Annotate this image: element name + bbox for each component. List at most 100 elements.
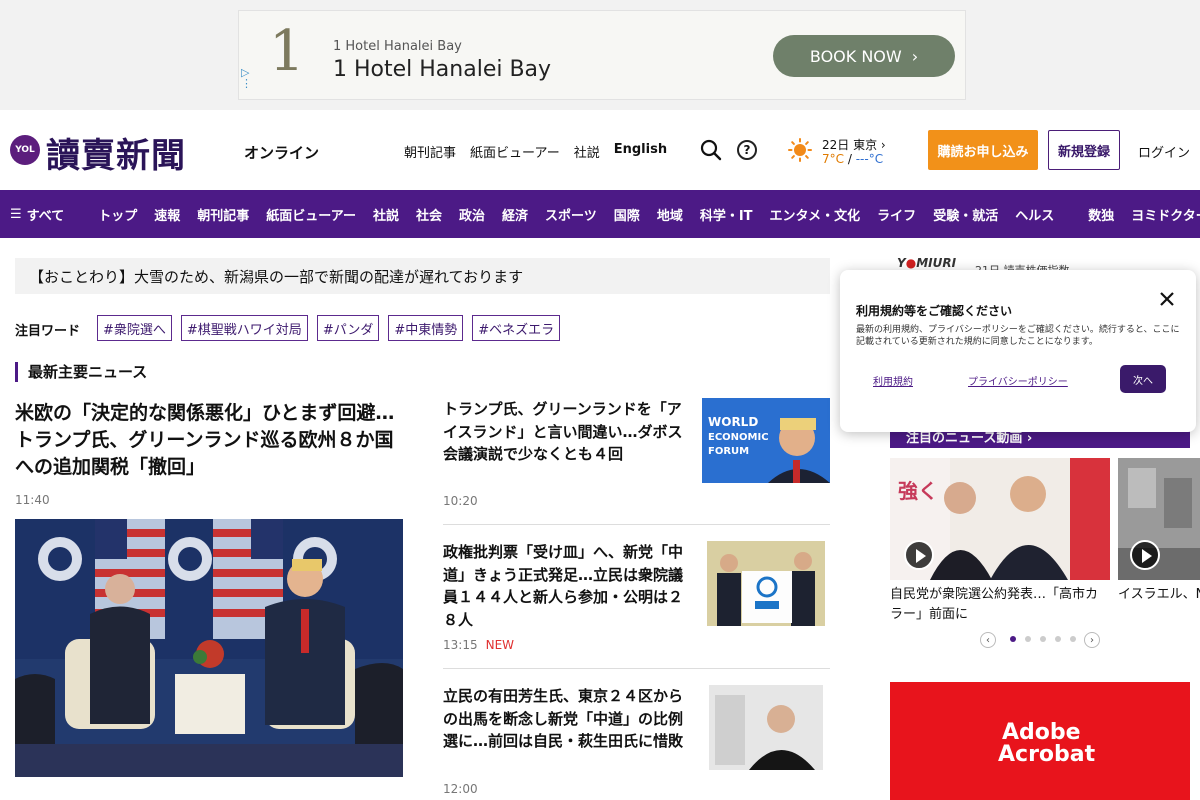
temp-high: 7°C	[822, 152, 845, 166]
weather-temperature: 7°C / ---°C	[822, 152, 884, 166]
temp-low: ---°C	[855, 152, 884, 166]
lead-time: 11:40	[15, 493, 50, 507]
header-link-morning[interactable]: 朝刊記事	[404, 142, 456, 161]
yomiuri-index-logo[interactable]: Y●MIURI	[897, 256, 956, 270]
delivery-notice[interactable]: 【おことわり】大雪のため、新潟県の一部で新聞の配達が遅れております	[15, 258, 830, 294]
story-headline[interactable]: 政権批判票「受け皿」へ、新党「中道」きょう正式発足…立民は衆院議員１４４人と新人…	[443, 541, 688, 631]
svg-text:WORLD: WORLD	[708, 415, 758, 429]
ad-line-2: Acrobat	[998, 742, 1096, 767]
nav-item[interactable]: エンタメ・文化	[770, 205, 861, 224]
new-badge: NEW	[485, 638, 515, 652]
nav-item[interactable]: 科学・IT	[700, 205, 753, 224]
svg-text:強く: 強く	[898, 479, 938, 503]
nav-item-sudoku[interactable]: 数独	[1088, 205, 1114, 224]
play-icon[interactable]	[1130, 540, 1160, 570]
search-icon[interactable]	[700, 139, 722, 161]
carousel-dot[interactable]	[1070, 636, 1076, 642]
story-item[interactable]: 立民の有田芳生氏、東京２４区からの出馬を断念し新党「中道」の比例選に…前回は自民…	[443, 685, 830, 800]
header-link-english[interactable]: English	[614, 142, 667, 161]
site-logo[interactable]: 讀賣新聞	[46, 128, 186, 177]
story-time: 12:00	[443, 782, 478, 796]
register-button[interactable]: 新規登録	[1048, 130, 1120, 170]
play-icon[interactable]	[904, 540, 934, 570]
chevron-right-icon: ›	[911, 46, 919, 66]
hotel-ad[interactable]: ▷ ⋮ 1 1 Hotel Hanalei Bay 1 Hotel Hanalei…	[238, 10, 966, 100]
help-icon[interactable]: ?	[737, 140, 757, 160]
carousel-dot[interactable]	[1010, 636, 1016, 642]
nav-item[interactable]: 速報	[154, 205, 180, 224]
carousel-dots	[1010, 636, 1076, 642]
lead-photo[interactable]	[15, 519, 403, 777]
trending-tag[interactable]: #棋聖戦ハワイ対局	[180, 315, 308, 341]
consent-body: 最新の利用規約、プライバシーポリシーをご確認ください。続行すると、ここに記載され…	[856, 325, 1180, 347]
story-thumbnail[interactable]	[709, 685, 823, 770]
weather-date[interactable]: 22日 東京 ›	[822, 136, 886, 153]
trending-tag[interactable]: #中東情勢	[388, 315, 464, 341]
lead-headline[interactable]: 米欧の「決定的な関係悪化」ひとまず回避…トランプ氏、グリーンランド巡る欧州８か国…	[15, 400, 405, 481]
adobe-ad[interactable]: Adobe Acrobat	[890, 682, 1190, 800]
nav-item[interactable]: スポーツ	[545, 205, 597, 224]
video-thumbnail[interactable]: 強く	[890, 458, 1110, 580]
story-divider	[443, 668, 830, 669]
nav-item-yomidr[interactable]: ヨミドクター	[1131, 205, 1200, 224]
nav-item[interactable]: 地域	[657, 205, 683, 224]
consent-title: 利用規約等をご確認ください	[856, 304, 1013, 318]
terms-consent-dialog: 利用規約等をご確認ください 最新の利用規約、プライバシーポリシーをご確認ください…	[840, 270, 1196, 432]
site-logo-sub[interactable]: オンライン	[244, 142, 319, 163]
nav-item[interactable]: 社会	[416, 205, 442, 224]
story-headline[interactable]: 立民の有田芳生氏、東京２４区からの出馬を断念し新党「中道」の比例選に…前回は自民…	[443, 685, 688, 753]
story-item[interactable]: トランプ氏、グリーンランドを「アイスランド」と言い間違い…ダボス会議演説で少なく…	[443, 398, 830, 513]
top-ad-area: ▷ ⋮ 1 1 Hotel Hanalei Bay 1 Hotel Hanalei…	[0, 0, 1200, 110]
sun-weather-icon	[788, 138, 812, 162]
video-caption[interactable]: 自民党が衆院選公約発表…「高市カラー」前面に	[890, 585, 1110, 625]
story-thumbnail[interactable]	[707, 541, 825, 626]
carousel-dot[interactable]	[1025, 636, 1031, 642]
subscribe-button[interactable]: 購読お申し込み	[928, 130, 1038, 170]
trending-tags: #衆院選へ #棋聖戦ハワイ対局 #パンダ #中東情勢 #ベネズエラ	[97, 315, 561, 341]
nav-item[interactable]: 経済	[502, 205, 528, 224]
carousel-dot[interactable]	[1040, 636, 1046, 642]
site-header: YOL 讀賣新聞 オンライン 朝刊記事 紙面ビューアー 社説 English ?…	[0, 110, 1200, 190]
login-link[interactable]: ログイン	[1138, 142, 1190, 161]
menu-list-icon: ☰	[10, 206, 22, 222]
header-links: 朝刊記事 紙面ビューアー 社説 English	[404, 142, 667, 161]
nav-item[interactable]: 受験・就活	[933, 205, 998, 224]
story-headline[interactable]: トランプ氏、グリーンランドを「アイスランド」と言い間違い…ダボス会議演説で少なく…	[443, 398, 688, 466]
close-icon[interactable]	[1158, 290, 1176, 308]
story-thumbnail[interactable]: WORLD ECONOMIC FORUM	[702, 398, 830, 483]
nav-item[interactable]: 紙面ビューアー	[266, 205, 356, 224]
nav-all[interactable]: ☰ すべて	[10, 205, 64, 224]
nav-item[interactable]: ヘルス	[1015, 205, 1054, 224]
trending-label: 注目ワード	[15, 324, 81, 339]
trending-tag[interactable]: #ベネズエラ	[472, 315, 561, 341]
category-nav: ☰ すべて トップ 速報 朝刊記事 紙面ビューアー 社説 社会 政治 経済 スポ…	[0, 190, 1200, 238]
video-thumbnail[interactable]	[1118, 458, 1200, 580]
carousel-prev-button[interactable]: ‹	[980, 632, 996, 648]
video-caption[interactable]: イスラエル、NRWA	[1118, 585, 1200, 605]
book-now-button[interactable]: BOOK NOW ›	[773, 35, 955, 77]
trending-tag[interactable]: #衆院選へ	[97, 315, 172, 341]
svg-text:FORUM: FORUM	[708, 446, 749, 457]
nav-item[interactable]: 朝刊記事	[197, 205, 249, 224]
svg-text:ECONOMIC: ECONOMIC	[708, 432, 769, 443]
terms-link[interactable]: 利用規約	[873, 373, 913, 388]
story-item[interactable]: 政権批判票「受け皿」へ、新党「中道」きょう正式発足…立民は衆院議員１４４人と新人…	[443, 541, 830, 656]
adchoices-icon[interactable]: ▷ ⋮	[241, 67, 252, 89]
yol-logo-badge[interactable]: YOL	[10, 135, 40, 165]
ad-small-text: 1 Hotel Hanalei Bay	[333, 39, 462, 54]
nav-item[interactable]: 国際	[614, 205, 640, 224]
header-link-viewer[interactable]: 紙面ビューアー	[470, 142, 560, 161]
nav-item[interactable]: 政治	[459, 205, 485, 224]
privacy-link[interactable]: プライバシーポリシー	[968, 373, 1068, 388]
ad-big-text: 1 Hotel Hanalei Bay	[333, 57, 552, 82]
ad-logo: 1	[269, 19, 305, 84]
next-button[interactable]: 次へ	[1120, 365, 1166, 393]
chevron-right-icon: ›	[1026, 431, 1033, 446]
nav-item[interactable]: ライフ	[877, 205, 916, 224]
carousel-next-button[interactable]: ›	[1084, 632, 1100, 648]
trending-tag[interactable]: #パンダ	[316, 315, 380, 341]
nav-item[interactable]: トップ	[98, 205, 137, 224]
header-link-editorial[interactable]: 社説	[574, 142, 600, 161]
nav-item[interactable]: 社説	[373, 205, 399, 224]
carousel-dot[interactable]	[1055, 636, 1061, 642]
